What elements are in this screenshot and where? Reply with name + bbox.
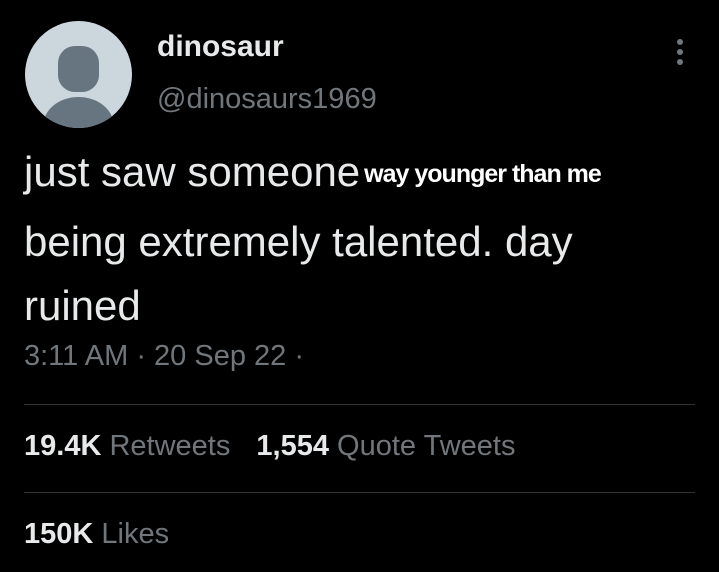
meta-separator: ·: [136, 340, 146, 372]
tweet-date: 20 Sep 22: [154, 340, 287, 372]
default-avatar-icon: [25, 21, 132, 128]
divider: [24, 404, 695, 405]
engagement-stats-row: 19.4K Retweets 1,554 Quote Tweets: [24, 430, 533, 463]
tweet-text-line: ruined: [24, 282, 141, 329]
quote-tweets-label: Quote Tweets: [337, 430, 516, 462]
meta-separator-trailing: ·: [294, 340, 305, 372]
more-options-icon: [677, 39, 683, 65]
retweets-count: 19.4K: [24, 430, 102, 462]
avatar[interactable]: [25, 21, 132, 128]
likes-stat[interactable]: 150K Likes: [24, 518, 169, 550]
divider: [24, 492, 695, 493]
tweet-text-line: being extremely talented. day: [24, 218, 573, 265]
tweet-timestamp[interactable]: 3:11 AM · 20 Sep 22 ·: [24, 340, 304, 373]
author-display-name[interactable]: dinosaur: [157, 30, 284, 64]
likes-count: 150K: [24, 518, 94, 550]
more-options-button[interactable]: [666, 34, 694, 74]
overlay-caption: way younger than me: [364, 160, 602, 188]
tweet-text-line: just saw someone way younger than me: [24, 148, 602, 195]
retweets-stat[interactable]: 19.4K Retweets: [24, 430, 238, 462]
likes-stats-row: 150K Likes: [24, 518, 187, 551]
quote-tweets-stat[interactable]: 1,554 Quote Tweets: [256, 430, 515, 462]
quote-tweets-count: 1,554: [256, 430, 329, 462]
retweets-label: Retweets: [109, 430, 231, 462]
tweet-text: just saw someone way younger than me bein…: [24, 140, 714, 338]
likes-label: Likes: [101, 518, 170, 550]
author-handle[interactable]: @dinosaurs1969: [157, 83, 377, 116]
tweet-time: 3:11 AM: [24, 340, 129, 372]
